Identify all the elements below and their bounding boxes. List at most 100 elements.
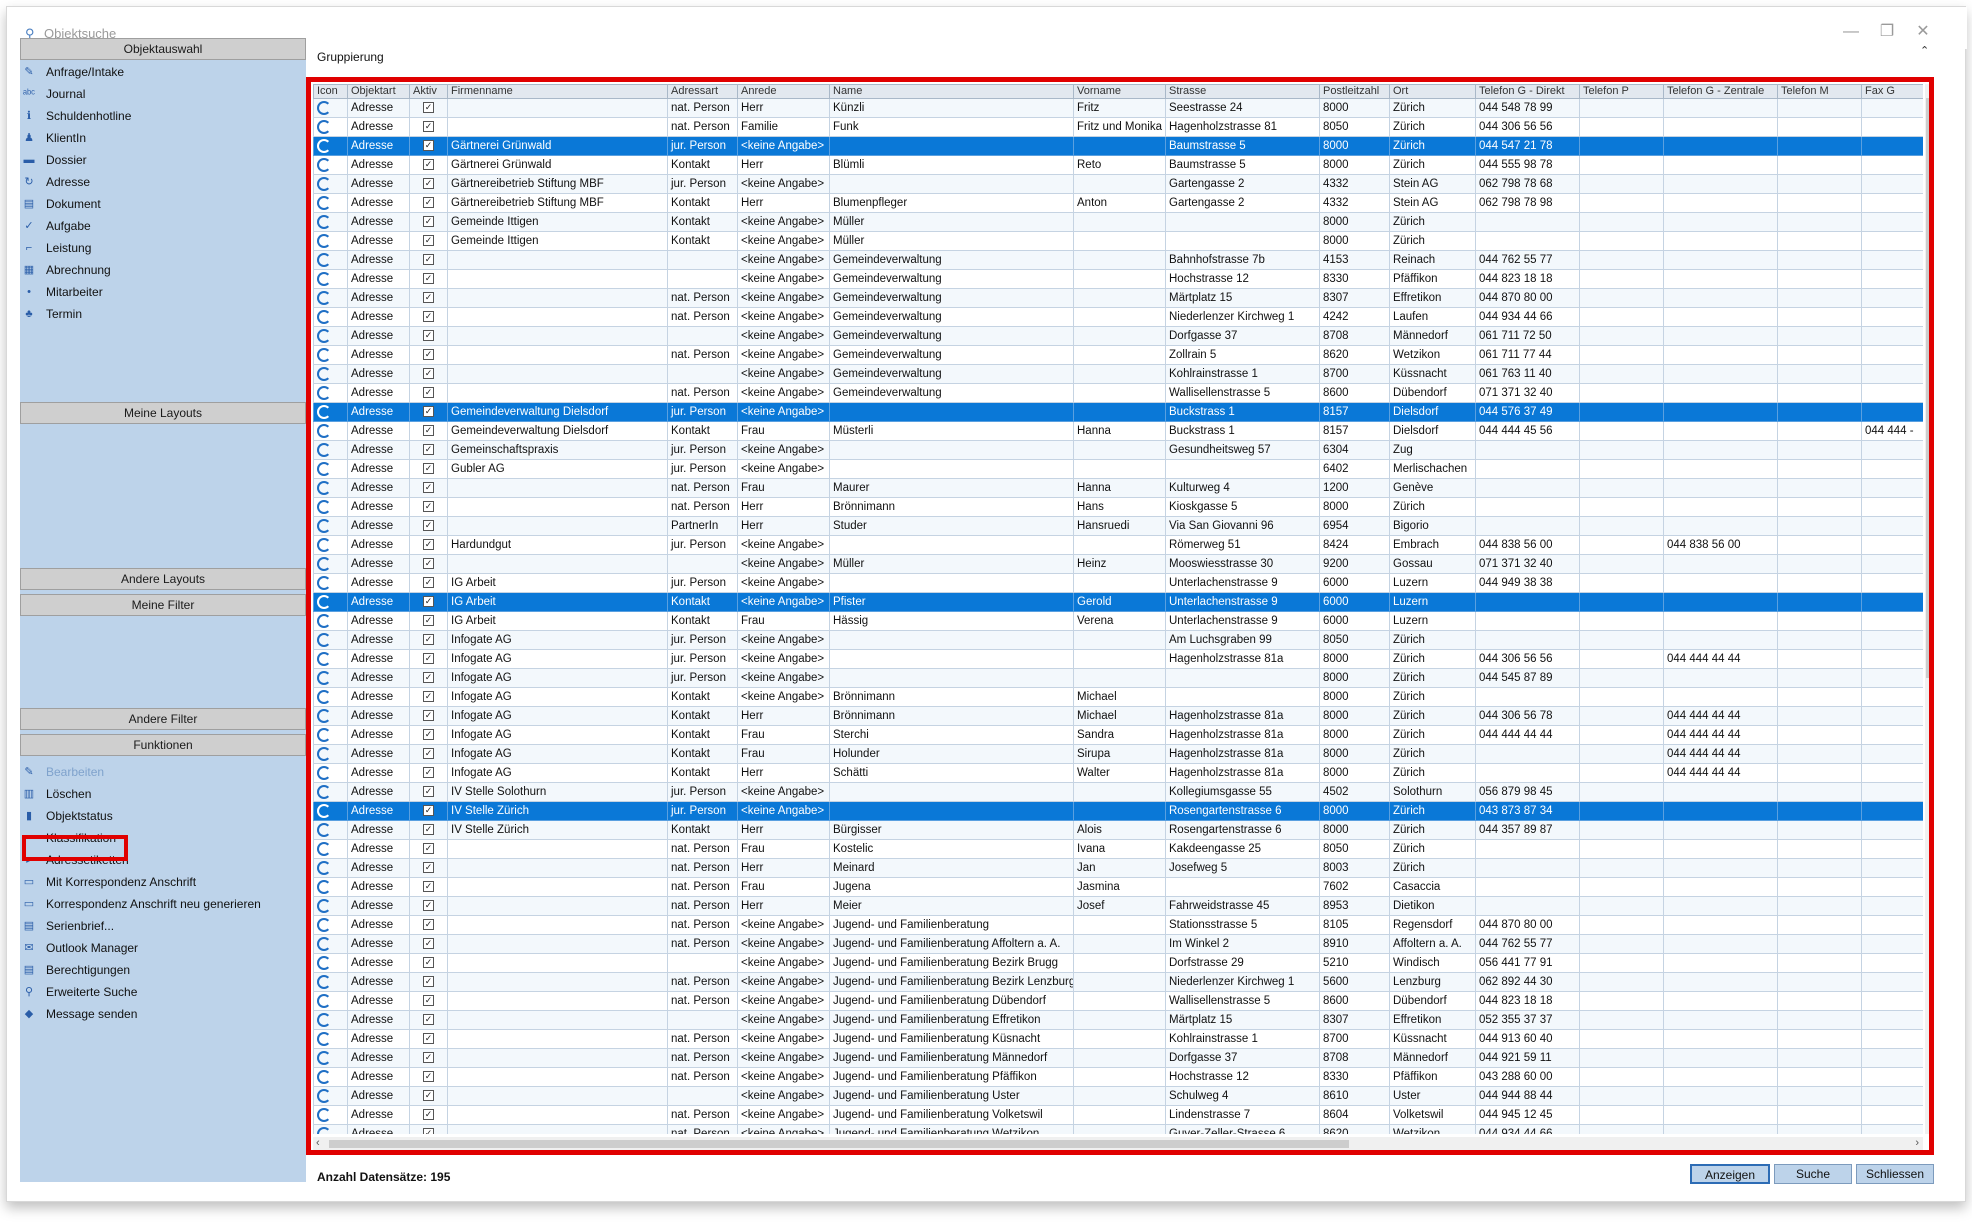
table-row[interactable]: Adresse ✓ Infogate AG Kontakt Herr Brönnimann… bbox=[313, 706, 1923, 726]
table-row[interactable]: Adresse ✓ Gärtnerei Grünwald jur. Person <ke… bbox=[313, 136, 1923, 156]
table-row[interactable]: Adresse ✓ Gemeindeverwaltung Dielsdorf Kont… bbox=[313, 421, 1923, 441]
aktiv-checkbox[interactable]: ✓ bbox=[423, 957, 434, 969]
aktiv-checkbox[interactable]: ✓ bbox=[423, 254, 434, 266]
table-row[interactable]: Adresse ✓ nat. Person Frau Kostelic Ivana Kakd… bbox=[313, 839, 1923, 859]
header-meine-filter[interactable]: Meine Filter bbox=[20, 594, 306, 616]
table-row[interactable]: Adresse ✓ nat. Person <keine Angabe> Gemeind… bbox=[313, 383, 1923, 403]
table-row[interactable]: Adresse ✓ Gemeindeverwaltung Dielsdorf jur.… bbox=[313, 402, 1923, 422]
aktiv-checkbox[interactable]: ✓ bbox=[423, 273, 434, 285]
menu-item-outlook-manager[interactable]: ✉ Outlook Manager bbox=[20, 937, 306, 959]
table-row[interactable]: Adresse ✓ Infogate AG Kontakt Herr Schätti Wal… bbox=[313, 763, 1923, 783]
table-row[interactable]: Adresse ✓ nat. Person Herr Brönnimann Hans Kio… bbox=[313, 497, 1923, 517]
schliessen-button[interactable]: Schliessen bbox=[1856, 1164, 1934, 1184]
table-row[interactable]: Adresse ✓ IG Arbeit jur. Person <keine Angab… bbox=[313, 573, 1923, 593]
scroll-right-icon[interactable]: › bbox=[1915, 1137, 1919, 1149]
menu-item-berechtigungen[interactable]: ▤ Berechtigungen bbox=[20, 959, 306, 981]
menu-item-anfrage-intake[interactable]: ✎ Anfrage/Intake bbox=[20, 61, 306, 83]
header-objektauswahl[interactable]: Objektauswahl bbox=[20, 38, 306, 60]
menu-item-mit-korrespondenz-anschrift[interactable]: ▭ Mit Korrespondenz Anschrift bbox=[20, 871, 306, 893]
aktiv-checkbox[interactable]: ✓ bbox=[423, 767, 434, 779]
table-row[interactable]: Adresse ✓ nat. Person Herr Meinard Jan Josefwe… bbox=[313, 858, 1923, 878]
table-row[interactable]: Adresse ✓ <keine Angabe> Gemeindeverwaltung… bbox=[313, 269, 1923, 289]
column-header-firmenname[interactable]: Firmenname bbox=[447, 84, 668, 99]
table-row[interactable]: Adresse ✓ Gärtnereibetrieb Stiftung MBF jur… bbox=[313, 174, 1923, 194]
aktiv-checkbox[interactable]: ✓ bbox=[423, 235, 434, 247]
table-row[interactable]: Adresse ✓ nat. Person Frau Maurer Hanna Kultur… bbox=[313, 478, 1923, 498]
column-header-vorname[interactable]: Vorname bbox=[1073, 84, 1166, 99]
aktiv-checkbox[interactable]: ✓ bbox=[423, 121, 434, 133]
aktiv-checkbox[interactable]: ✓ bbox=[423, 672, 434, 684]
table-row[interactable]: Adresse ✓ Infogate AG jur. Person <keine Ang… bbox=[313, 630, 1923, 650]
aktiv-checkbox[interactable]: ✓ bbox=[423, 862, 434, 874]
column-header-adressart[interactable]: Adressart bbox=[667, 84, 738, 99]
aktiv-checkbox[interactable]: ✓ bbox=[423, 653, 434, 665]
table-row[interactable]: Adresse ✓ nat. Person Herr Meier Josef Fahrwei… bbox=[313, 896, 1923, 916]
column-header-anrede[interactable]: Anrede bbox=[737, 84, 830, 99]
table-row[interactable]: Adresse ✓ Infogate AG Kontakt <keine Angabe>… bbox=[313, 687, 1923, 707]
header-andere-layouts[interactable]: Andere Layouts bbox=[20, 568, 306, 590]
aktiv-checkbox[interactable]: ✓ bbox=[423, 710, 434, 722]
aktiv-checkbox[interactable]: ✓ bbox=[423, 425, 434, 437]
column-header-strasse[interactable]: Strasse bbox=[1165, 84, 1320, 99]
menu-item-löschen[interactable]: ▥ Löschen bbox=[20, 783, 306, 805]
aktiv-checkbox[interactable]: ✓ bbox=[423, 216, 434, 228]
aktiv-checkbox[interactable]: ✓ bbox=[423, 805, 434, 817]
table-row[interactable]: Adresse ✓ <keine Angabe> Jugend- und Famili… bbox=[313, 1010, 1923, 1030]
table-row[interactable]: Adresse ✓ PartnerIn Herr Studer Hansruedi Via … bbox=[313, 516, 1923, 536]
menu-item-leistung[interactable]: ⌐ Leistung bbox=[20, 237, 306, 259]
aktiv-checkbox[interactable]: ✓ bbox=[423, 558, 434, 570]
aktiv-checkbox[interactable]: ✓ bbox=[423, 1014, 434, 1026]
aktiv-checkbox[interactable]: ✓ bbox=[423, 501, 434, 513]
minimize-button[interactable]: — bbox=[1831, 21, 1871, 45]
table-row[interactable]: Adresse ✓ Gemeinde Ittigen Kontakt <keine An… bbox=[313, 212, 1923, 232]
menu-item-abrechnung[interactable]: ▦ Abrechnung bbox=[20, 259, 306, 281]
column-header-telefon-g-zentrale[interactable]: Telefon G - Zentrale bbox=[1663, 84, 1778, 99]
menu-item-serienbrief[interactable]: ▤ Serienbrief... bbox=[20, 915, 306, 937]
table-row[interactable]: Adresse ✓ Infogate AG Kontakt Frau Sterchi San… bbox=[313, 725, 1923, 745]
results-grid[interactable]: Icon Objektart Aktiv Firmenname Adressart Anr… bbox=[313, 84, 1923, 1134]
header-funktionen[interactable]: Funktionen bbox=[20, 734, 306, 756]
aktiv-checkbox[interactable]: ✓ bbox=[423, 843, 434, 855]
aktiv-checkbox[interactable]: ✓ bbox=[423, 691, 434, 703]
aktiv-checkbox[interactable]: ✓ bbox=[423, 634, 434, 646]
aktiv-checkbox[interactable]: ✓ bbox=[423, 368, 434, 380]
vertical-scroll-thumb[interactable] bbox=[1926, 98, 1929, 678]
menu-item-dossier[interactable]: ▬ Dossier bbox=[20, 149, 306, 171]
column-header-icon[interactable]: Icon bbox=[313, 84, 348, 99]
menu-item-termin[interactable]: ♣ Termin bbox=[20, 303, 306, 325]
table-row[interactable]: Adresse ✓ nat. Person <keine Angabe> Jugend-… bbox=[313, 1048, 1923, 1068]
aktiv-checkbox[interactable]: ✓ bbox=[423, 387, 434, 399]
aktiv-checkbox[interactable]: ✓ bbox=[423, 1109, 434, 1121]
menu-item-adresse[interactable]: ↻ Adresse bbox=[20, 171, 306, 193]
table-row[interactable]: Adresse ✓ IV Stelle Zürich jur. Person <kein… bbox=[313, 801, 1923, 821]
restore-button[interactable]: ❐ bbox=[1867, 21, 1907, 45]
table-row[interactable]: Adresse ✓ Infogate AG Kontakt Frau Holunder Si… bbox=[313, 744, 1923, 764]
column-header-fax-g[interactable]: Fax G bbox=[1861, 84, 1923, 99]
chevron-up-icon[interactable]: ⌃ bbox=[1920, 44, 1929, 57]
horizontal-scrollbar[interactable]: ‹ › bbox=[313, 1137, 1923, 1150]
menu-item-korrespondenz-anschrift-neu-generieren[interactable]: ▭ Korrespondenz Anschrift neu generieren bbox=[20, 893, 306, 915]
aktiv-checkbox[interactable]: ✓ bbox=[423, 900, 434, 912]
menu-item-erweiterte-suche[interactable]: ⚲ Erweiterte Suche bbox=[20, 981, 306, 1003]
column-header-telefon-m[interactable]: Telefon M bbox=[1777, 84, 1862, 99]
menu-item-mitarbeiter[interactable]: • Mitarbeiter bbox=[20, 281, 306, 303]
aktiv-checkbox[interactable]: ✓ bbox=[423, 178, 434, 190]
menu-item-message-senden[interactable]: ◆ Message senden bbox=[20, 1003, 306, 1025]
aktiv-checkbox[interactable]: ✓ bbox=[423, 615, 434, 627]
aktiv-checkbox[interactable]: ✓ bbox=[423, 748, 434, 760]
column-header-telefon-g-direkt[interactable]: Telefon G - Direkt bbox=[1475, 84, 1580, 99]
aktiv-checkbox[interactable]: ✓ bbox=[423, 102, 434, 114]
aktiv-checkbox[interactable]: ✓ bbox=[423, 330, 434, 342]
menu-item-aufgabe[interactable]: ✓ Aufgabe bbox=[20, 215, 306, 237]
suche-button[interactable]: Suche bbox=[1774, 1164, 1852, 1184]
menu-item-dokument[interactable]: ▤ Dokument bbox=[20, 193, 306, 215]
table-row[interactable]: Adresse ✓ nat. Person Familie Funk Fritz und … bbox=[313, 117, 1923, 137]
table-row[interactable]: Adresse ✓ nat. Person <keine Angabe> Jugend-… bbox=[313, 915, 1923, 935]
table-row[interactable]: Adresse ✓ <keine Angabe> Jugend- und Famili… bbox=[313, 1086, 1923, 1106]
aktiv-checkbox[interactable]: ✓ bbox=[423, 1052, 434, 1064]
table-row[interactable]: Adresse ✓ nat. Person <keine Angabe> Jugend-… bbox=[313, 934, 1923, 954]
aktiv-checkbox[interactable]: ✓ bbox=[423, 311, 434, 323]
table-row[interactable]: Adresse ✓ Hardundgut jur. Person <keine Anga… bbox=[313, 535, 1923, 555]
aktiv-checkbox[interactable]: ✓ bbox=[423, 995, 434, 1007]
aktiv-checkbox[interactable]: ✓ bbox=[423, 349, 434, 361]
